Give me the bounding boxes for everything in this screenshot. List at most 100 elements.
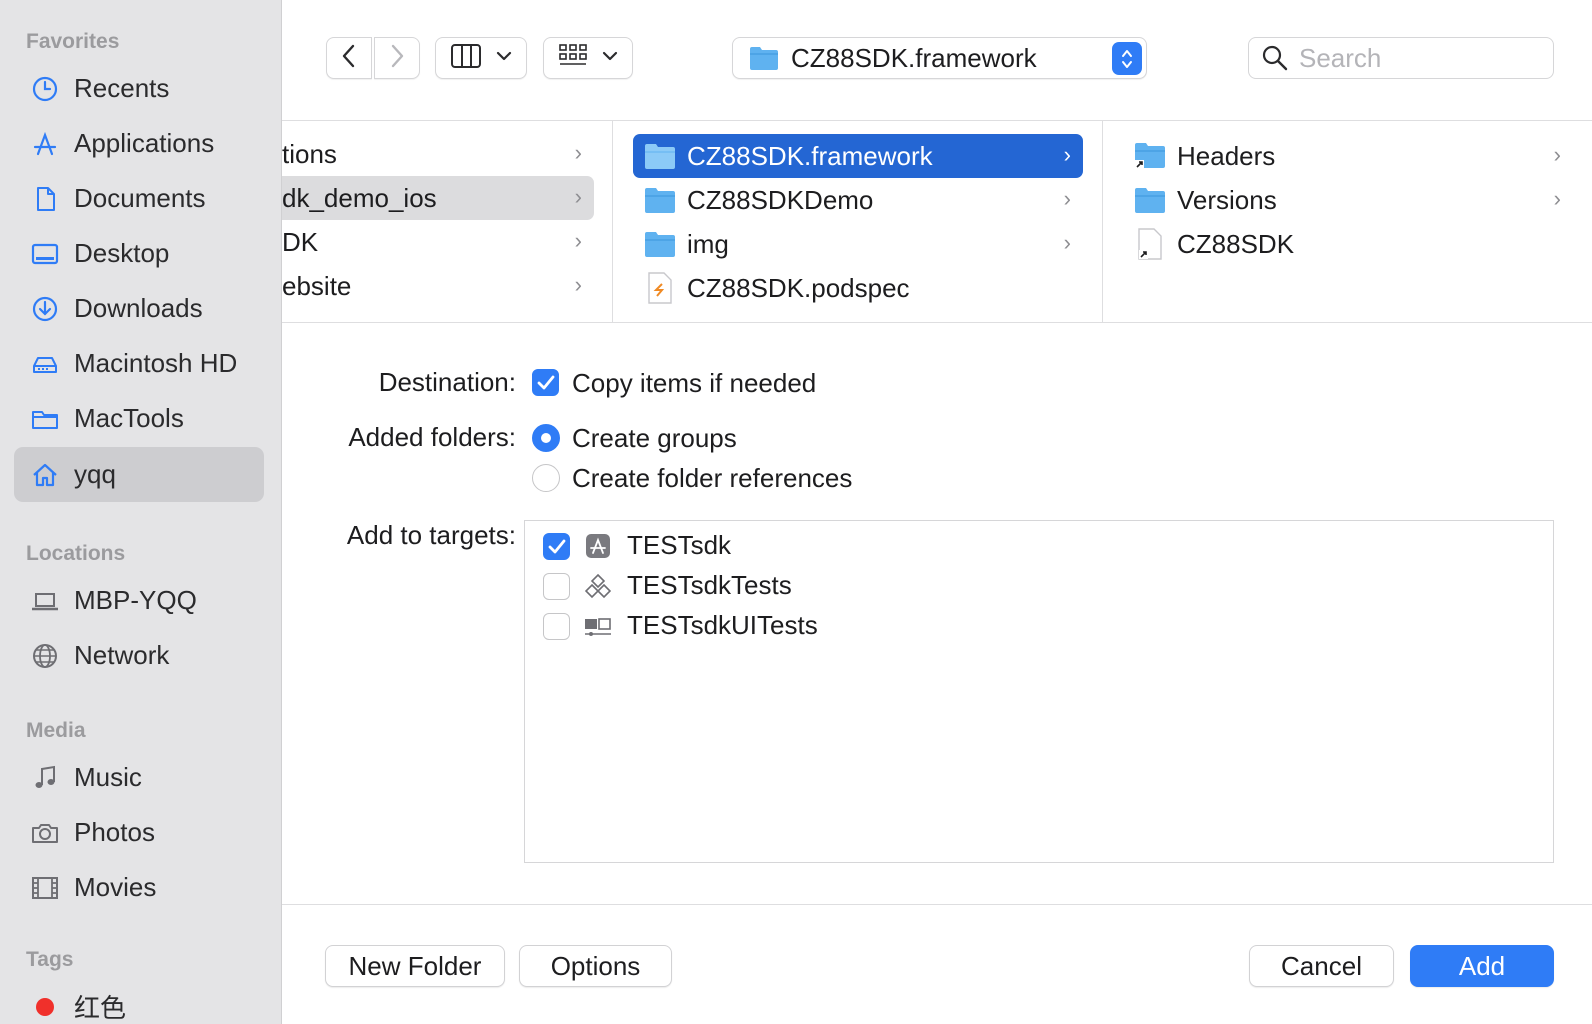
item-label: dk_demo_ios (282, 182, 437, 213)
laptop-icon (28, 584, 62, 618)
sidebar-section-locations: Locations (26, 542, 126, 565)
list-item[interactable]: tions › (282, 132, 594, 176)
sidebar-item-macintosh-hd[interactable]: Macintosh HD (14, 336, 264, 391)
list-item[interactable]: CZ88SDK.podspec (633, 266, 1083, 310)
target-checkbox[interactable] (543, 533, 570, 560)
copy-items-checkbox[interactable] (532, 369, 559, 396)
sidebar-item-recents[interactable]: Recents (14, 61, 264, 116)
sidebar: Favorites Recents Applications Documents… (0, 0, 282, 1024)
create-folder-references-radio[interactable] (532, 464, 560, 492)
podspec-file-icon (643, 271, 677, 305)
cancel-button[interactable]: Cancel (1249, 945, 1394, 987)
sidebar-item-label: Recents (74, 73, 170, 103)
sidebar-item-label: Network (74, 640, 170, 670)
folder-icon (749, 45, 779, 71)
target-row: TESTsdk (525, 527, 1553, 567)
sidebar-item-mactools[interactable]: MacTools (14, 391, 264, 446)
chevron-right-icon: › (1063, 230, 1071, 255)
folder-icon (643, 139, 677, 173)
destination-label: Destination: (378, 367, 516, 397)
applications-icon (28, 127, 62, 161)
browser-column-3: Headers › Versions › CZ88SDK (1103, 121, 1592, 322)
list-item[interactable]: ebsite › (282, 264, 594, 308)
sidebar-section-favorites: Favorites (26, 30, 120, 53)
item-label: img (687, 228, 729, 259)
chevron-right-icon: › (1553, 186, 1561, 211)
sidebar-item-yqq[interactable]: yqq (14, 447, 264, 502)
target-label: TESTsdkTests (627, 570, 792, 600)
search-icon (1261, 44, 1289, 72)
sidebar-item-label: Downloads (74, 293, 203, 323)
chevron-right-icon: › (574, 184, 582, 209)
list-item[interactable]: Headers › (1123, 134, 1573, 178)
list-item[interactable]: DK › (282, 220, 594, 264)
sidebar-item-photos[interactable]: Photos (14, 805, 264, 860)
film-icon (28, 871, 62, 905)
sidebar-item-music[interactable]: Music (14, 750, 264, 805)
create-groups-radio[interactable] (532, 424, 560, 452)
item-label: Versions (1177, 184, 1277, 215)
toolbar: CZ88SDK.framework (282, 0, 1592, 120)
new-folder-button[interactable]: New Folder (325, 945, 505, 987)
chevron-right-icon: › (1553, 142, 1561, 167)
list-item-selected[interactable]: CZ88SDK.framework › (633, 134, 1083, 178)
targets-list: TESTsdk TESTsdkTests TESTsdkUITests (524, 520, 1554, 863)
list-item[interactable]: Versions › (1123, 178, 1573, 222)
group-button[interactable] (543, 37, 633, 79)
chevron-right-icon (387, 43, 407, 74)
sidebar-item-tag-red[interactable]: 红色 (14, 979, 264, 1024)
target-checkbox[interactable] (543, 613, 570, 640)
sidebar-item-network[interactable]: Network (14, 628, 264, 683)
view-mode-button[interactable] (435, 37, 527, 79)
search-input[interactable] (1299, 42, 1539, 74)
forward-button[interactable] (374, 37, 420, 79)
sidebar-section-tags: Tags (26, 948, 74, 971)
item-label: Headers (1177, 140, 1276, 171)
sidebar-item-label: Movies (74, 872, 157, 902)
download-icon (28, 292, 62, 326)
item-label: CZ88SDK.podspec (687, 272, 910, 303)
alias-file-icon (1133, 227, 1167, 261)
list-item[interactable]: dk_demo_ios › (282, 176, 594, 220)
columns-view-icon (450, 43, 482, 74)
add-button[interactable]: Add (1410, 945, 1554, 987)
chevron-left-icon (339, 43, 359, 74)
chevron-down-icon (496, 49, 512, 67)
browser-column-1: tions › dk_demo_ios › DK › ebsite › (282, 121, 613, 322)
chevron-right-icon: › (574, 272, 582, 297)
path-popup[interactable]: CZ88SDK.framework (732, 37, 1147, 79)
list-item[interactable]: CZ88SDKDemo › (633, 178, 1083, 222)
sidebar-item-movies[interactable]: Movies (14, 860, 264, 915)
options-button[interactable]: Options (519, 945, 672, 987)
sidebar-item-applications[interactable]: Applications (14, 116, 264, 171)
home-icon (28, 458, 62, 492)
column-browser: tions › dk_demo_ios › DK › ebsite › CZ88… (282, 120, 1592, 323)
item-label: DK (282, 226, 319, 257)
list-item[interactable]: CZ88SDK (1123, 222, 1573, 266)
sidebar-item-label: 红色 (74, 993, 127, 1023)
folder-icon (643, 227, 677, 261)
app-target-icon (583, 531, 613, 561)
sidebar-item-label: MacTools (74, 403, 184, 433)
chevron-right-icon: › (1063, 142, 1071, 167)
search-field[interactable] (1248, 37, 1554, 79)
sidebar-item-documents[interactable]: Documents (14, 171, 264, 226)
item-label: ebsite (282, 270, 352, 301)
ui-test-target-icon (583, 611, 613, 641)
document-icon (28, 182, 62, 216)
target-checkbox[interactable] (543, 573, 570, 600)
add-to-targets-label: Add to targets: (346, 520, 516, 550)
sidebar-item-label: Macintosh HD (74, 348, 238, 378)
browser-column-2: CZ88SDK.framework › CZ88SDKDemo › img › … (613, 121, 1103, 322)
hard-drive-icon (28, 347, 62, 381)
sidebar-item-mbp-yqq[interactable]: MBP-YQQ (14, 573, 264, 628)
sidebar-item-desktop[interactable]: Desktop (14, 226, 264, 281)
list-item[interactable]: img › (633, 222, 1083, 266)
grid-icon (558, 43, 588, 74)
sidebar-item-label: MBP-YQQ (74, 585, 197, 615)
checkmark-icon (536, 374, 556, 392)
folder-icon (28, 402, 62, 436)
back-button[interactable] (326, 37, 372, 79)
sidebar-item-downloads[interactable]: Downloads (14, 281, 264, 336)
chevron-right-icon: › (574, 228, 582, 253)
